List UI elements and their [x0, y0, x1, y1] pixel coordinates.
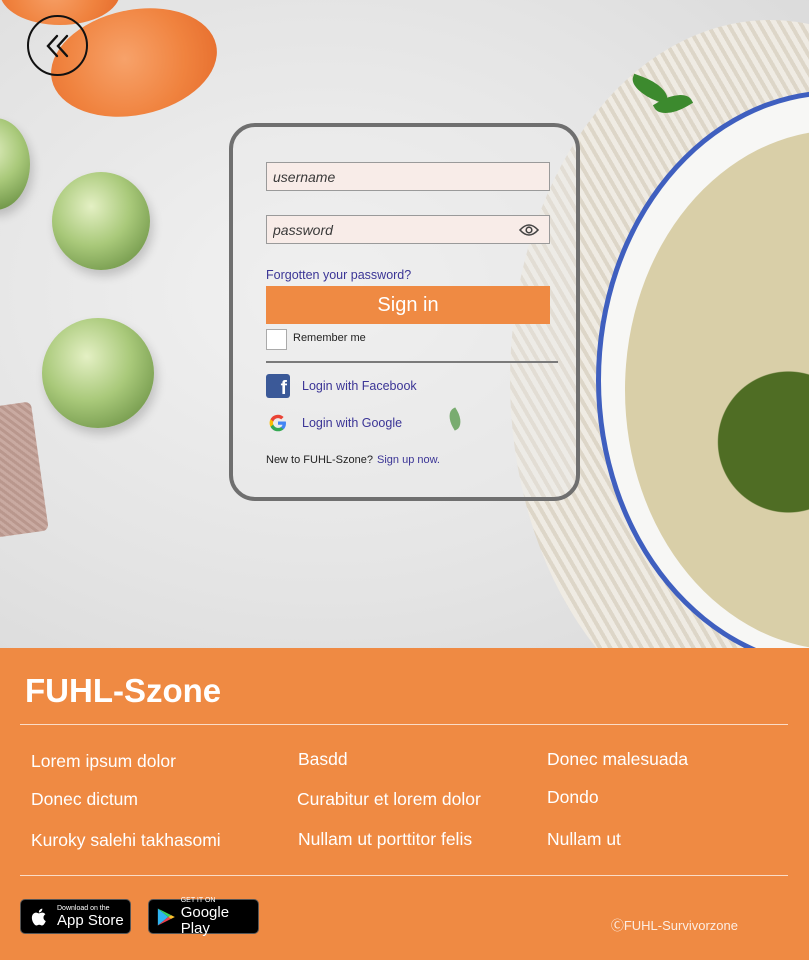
brussels-sprout-image: [52, 172, 150, 270]
footer-link[interactable]: Nullam ut porttitor felis: [298, 829, 472, 850]
footer-brand: FUHL-Szone: [25, 672, 222, 709]
footer-divider: [20, 724, 788, 725]
password-field-wrapper: [266, 215, 550, 244]
facebook-login-label: Login with Facebook: [302, 379, 417, 393]
footer-link[interactable]: Donec dictum: [31, 789, 138, 810]
facebook-icon: f: [266, 374, 290, 398]
footer-link[interactable]: Nullam ut: [547, 829, 621, 850]
password-input[interactable]: [273, 216, 549, 243]
remember-me-checkbox[interactable]: [266, 329, 287, 350]
back-button[interactable]: [27, 15, 88, 76]
footer-link[interactable]: Dondo: [547, 787, 599, 808]
google-login-label: Login with Google: [302, 416, 403, 430]
footer: FUHL-Szone Lorem ipsum dolor Donec dictu…: [0, 648, 809, 960]
back-double-chevron-icon: [45, 34, 68, 57]
brussels-sprout-image: [0, 118, 30, 210]
login-card: Forgotten your password? Sign in Remembe…: [229, 123, 580, 501]
google-play-badge[interactable]: GET IT ON Google Play: [148, 897, 259, 937]
app-store-big-text: App Store: [57, 911, 124, 929]
signup-link[interactable]: Sign up now.: [377, 454, 440, 466]
footer-link[interactable]: Lorem ipsum dolor: [31, 751, 176, 772]
app-store-badge[interactable]: Download on the App Store: [20, 899, 131, 934]
footer-divider: [20, 875, 788, 876]
sign-in-button[interactable]: Sign in: [266, 286, 550, 324]
apple-icon: [31, 908, 46, 926]
facebook-login-button[interactable]: f Login with Facebook: [266, 374, 417, 398]
username-field-wrapper: [266, 162, 550, 191]
signup-prompt: New to FUHL-Szone? Sign up now.: [266, 454, 440, 466]
google-login-button[interactable]: Login with Google: [266, 411, 402, 435]
google-play-big-text: Google Play: [180, 903, 230, 937]
brussels-sprout-image: [42, 318, 154, 428]
username-input[interactable]: [273, 163, 549, 190]
footer-link[interactable]: Curabitur et lorem dolor: [297, 789, 481, 810]
divider: [266, 361, 558, 363]
forgot-password-link[interactable]: Forgotten your password?: [266, 268, 411, 282]
copyright-text: ⒸFUHL-Survivorzone: [610, 918, 738, 933]
footer-link[interactable]: Basdd: [298, 749, 348, 770]
remember-me-label: Remember me: [293, 332, 366, 344]
eye-icon[interactable]: [519, 223, 539, 237]
google-icon: [266, 411, 290, 435]
footer-link[interactable]: Kuroky salehi takhasomi: [31, 830, 221, 851]
cloth-image: [0, 401, 49, 539]
signup-prompt-text: New to FUHL-Szone?: [266, 454, 373, 466]
footer-link[interactable]: Donec malesuada: [547, 749, 688, 770]
google-play-icon: [157, 907, 175, 926]
